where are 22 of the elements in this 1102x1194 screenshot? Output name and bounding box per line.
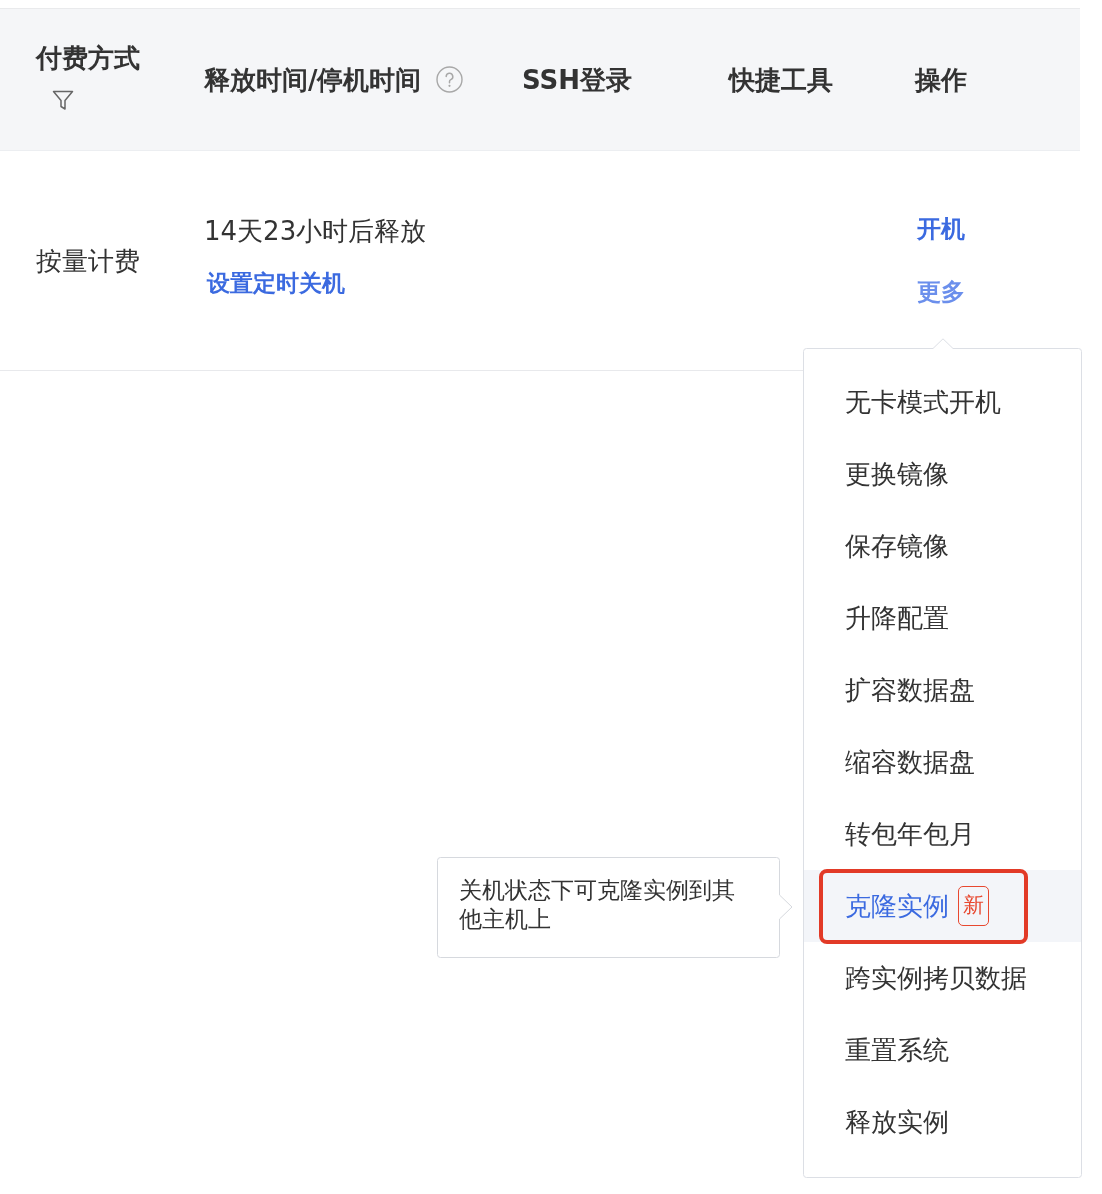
menu-item[interactable]: 释放实例 bbox=[804, 1086, 1081, 1158]
column-header: 快捷工具 bbox=[729, 63, 833, 96]
column-header: 操作 bbox=[915, 63, 967, 96]
column-header: SSH登录 bbox=[522, 63, 633, 96]
menu-item[interactable]: 转包年包月 bbox=[804, 798, 1081, 870]
action-link[interactable]: 开机 bbox=[917, 212, 965, 246]
menu-item[interactable]: 跨实例拷贝数据 bbox=[804, 942, 1081, 1014]
tooltip-text: 关机状态下可克隆实例到其他主机上 bbox=[459, 876, 736, 934]
menu-item[interactable]: 升降配置 bbox=[804, 582, 1081, 654]
menu-item[interactable]: 克隆实例 新 bbox=[804, 870, 1081, 942]
menu-item[interactable]: 重置系统 bbox=[804, 1014, 1081, 1086]
new-badge: 新 bbox=[958, 886, 989, 926]
set-shutdown-link[interactable]: 设置定时关机 bbox=[207, 267, 345, 298]
menu-item[interactable]: 保存镜像 bbox=[804, 510, 1081, 582]
menu-item[interactable]: 扩容数据盘 bbox=[804, 654, 1081, 726]
release-time: 14天23小时后释放 bbox=[204, 214, 427, 248]
menu-item[interactable]: 缩容数据盘 bbox=[804, 726, 1081, 798]
column-header: 释放时间/停机时间 bbox=[204, 63, 422, 96]
billing-method: 按量计费 bbox=[36, 244, 140, 278]
menu-item[interactable]: 更换镜像 bbox=[804, 438, 1081, 510]
menu-item[interactable]: 无卡模式开机 bbox=[804, 366, 1081, 438]
column-header: 付费方式 bbox=[36, 41, 140, 74]
